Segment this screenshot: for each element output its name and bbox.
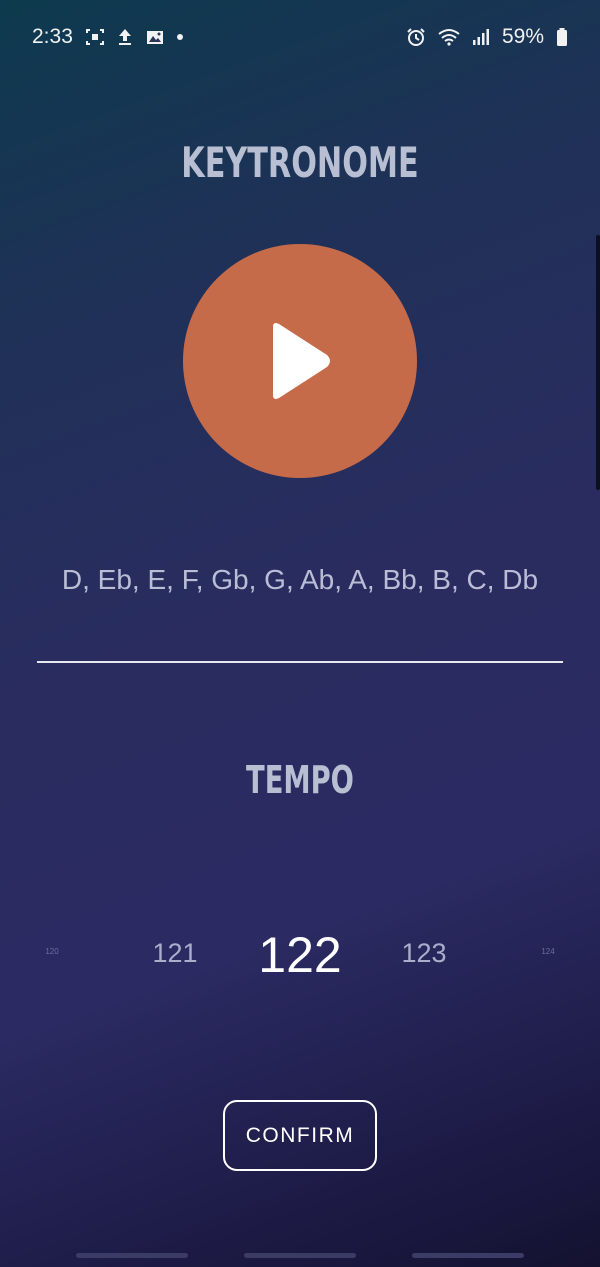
status-right: 59% xyxy=(406,25,568,49)
tempo-option[interactable]: 121 xyxy=(152,938,197,969)
upload-icon xyxy=(117,28,133,46)
tempo-picker[interactable]: 120 121 122 123 124 xyxy=(0,900,600,1010)
tempo-selected[interactable]: 122 xyxy=(258,926,341,984)
status-time: 2:33 xyxy=(32,25,73,48)
alarm-icon xyxy=(406,27,426,47)
play-icon xyxy=(273,323,330,399)
status-bar: 2:33 59% xyxy=(0,0,600,74)
confirm-button[interactable]: CONFIRM xyxy=(223,1100,377,1171)
key-sequence: D, Eb, E, F, Gb, G, Ab, A, Bb, B, C, Db xyxy=(61,564,539,595)
tempo-option[interactable]: 120 xyxy=(45,947,58,956)
edge-panel-handle[interactable] xyxy=(596,235,600,490)
screenshot-icon xyxy=(85,28,105,46)
navigation-bar xyxy=(0,1253,600,1259)
notification-dot xyxy=(176,34,183,40)
tempo-label: TEMPO xyxy=(246,758,354,802)
battery-percent: 59% xyxy=(501,25,544,48)
wifi-icon xyxy=(438,28,460,46)
nav-home-indicator[interactable] xyxy=(244,1253,356,1258)
gallery-icon xyxy=(145,28,165,46)
signal-icon xyxy=(472,28,490,46)
tempo-option[interactable]: 123 xyxy=(401,938,446,969)
nav-recents-indicator[interactable] xyxy=(76,1253,188,1258)
nav-back-indicator[interactable] xyxy=(412,1253,524,1258)
status-left: 2:33 xyxy=(32,25,183,49)
divider xyxy=(37,661,563,663)
play-button[interactable] xyxy=(183,244,417,478)
app-title: KEYTRONOME xyxy=(181,138,419,187)
tempo-option[interactable]: 124 xyxy=(541,947,554,956)
battery-icon xyxy=(556,27,568,47)
